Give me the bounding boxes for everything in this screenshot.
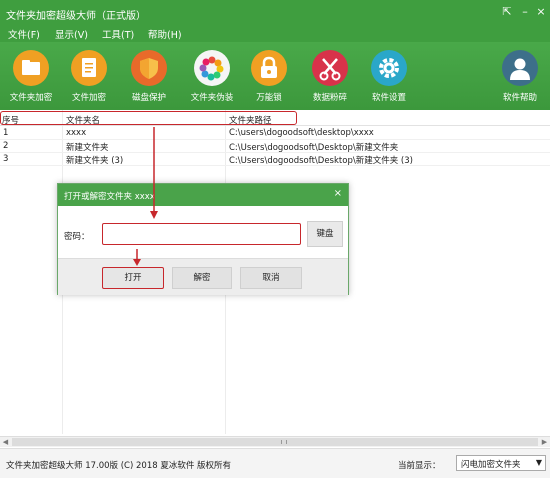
table-row[interactable]: 2 新建文件夹 C:\Users\dogoodsoft\Desktop\新建文件… [0, 141, 550, 153]
window-title: 文件夹加密超级大师（正式版） [6, 11, 146, 22]
close-icon[interactable]: × [334, 188, 342, 199]
toolbar: 文件夹加密 文件加密 磁盘保护 文件夹伪装 万能锁 数据粉碎 软件设置 软件帮助 [0, 42, 550, 110]
table-row[interactable]: 3 新建文件夹 (3) C:\Users\dogoodsoft\Desktop\… [0, 154, 550, 166]
dialog-title: 打开或解密文件夹 xxxx [64, 192, 155, 202]
title-bar: 文件夹加密超级大师（正式版） ⇱ – × [0, 0, 550, 26]
menu-tools[interactable]: 工具(T) [102, 27, 134, 41]
close-icon[interactable]: × [534, 5, 548, 19]
minimize-icon[interactable]: – [518, 5, 532, 19]
scroll-left-icon[interactable]: ◀ [0, 437, 11, 447]
open-decrypt-dialog: 打开或解密文件夹 xxxx × 密码： 键盘 打开 解密 取消 [57, 183, 349, 295]
folder-icon [13, 50, 49, 86]
pin-icon[interactable]: ⇱ [500, 5, 514, 19]
dialog-footer: 打开 解密 取消 [58, 258, 348, 295]
header-highlight-box [0, 111, 297, 125]
user-icon [502, 50, 538, 86]
display-label: 当前显示： [398, 461, 441, 471]
data-shred-button[interactable]: 数据粉碎 [299, 50, 361, 108]
scroll-right-icon[interactable]: ▶ [539, 437, 550, 447]
menu-file[interactable]: 文件(F) [8, 27, 40, 41]
cancel-button[interactable]: 取消 [240, 267, 302, 289]
file-encrypt-button[interactable]: 文件加密 [58, 50, 120, 108]
chevron-down-icon: ▼ [535, 458, 542, 467]
padlock-icon [251, 50, 287, 86]
disk-protect-button[interactable]: 磁盘保护 [118, 50, 180, 108]
horizontal-scrollbar[interactable]: ◀ ▶ [0, 436, 550, 447]
menu-help[interactable]: 帮助(H) [148, 27, 182, 41]
keyboard-button[interactable]: 键盘 [307, 221, 343, 247]
decrypt-button[interactable]: 解密 [172, 267, 232, 289]
folder-encrypt-button[interactable]: 文件夹加密 [0, 50, 62, 108]
status-bar: 文件夹加密超级大师 17.00版 (C) 2018 夏冰软件 版权所有 当前显示… [0, 448, 550, 478]
scroll-thumb[interactable] [12, 438, 538, 446]
dialog-title-bar: 打开或解密文件夹 xxxx × [58, 184, 348, 206]
password-input[interactable] [102, 223, 301, 245]
document-icon [71, 50, 107, 86]
open-button[interactable]: 打开 [102, 267, 164, 289]
menu-bar: 文件(F) 显示(V) 工具(T) 帮助(H) [0, 26, 550, 42]
color-wheel-icon [194, 50, 230, 86]
software-settings-button[interactable]: 软件设置 [358, 50, 420, 108]
copyright-text: 文件夹加密超级大师 17.00版 (C) 2018 夏冰软件 版权所有 [6, 461, 232, 471]
shield-icon [131, 50, 167, 86]
menu-view[interactable]: 显示(V) [55, 27, 88, 41]
display-select[interactable]: 闪电加密文件夹 ▼ [456, 455, 546, 471]
table-row[interactable]: 1 xxxx C:\users\dogoodsoft\desktop\xxxx [0, 128, 550, 140]
software-help-button[interactable]: 软件帮助 [489, 50, 550, 108]
scissors-icon [312, 50, 348, 86]
folder-disguise-button[interactable]: 文件夹伪装 [181, 50, 243, 108]
password-label: 密码： [64, 232, 90, 242]
universal-lock-button[interactable]: 万能锁 [238, 50, 300, 108]
gear-icon [371, 50, 407, 86]
